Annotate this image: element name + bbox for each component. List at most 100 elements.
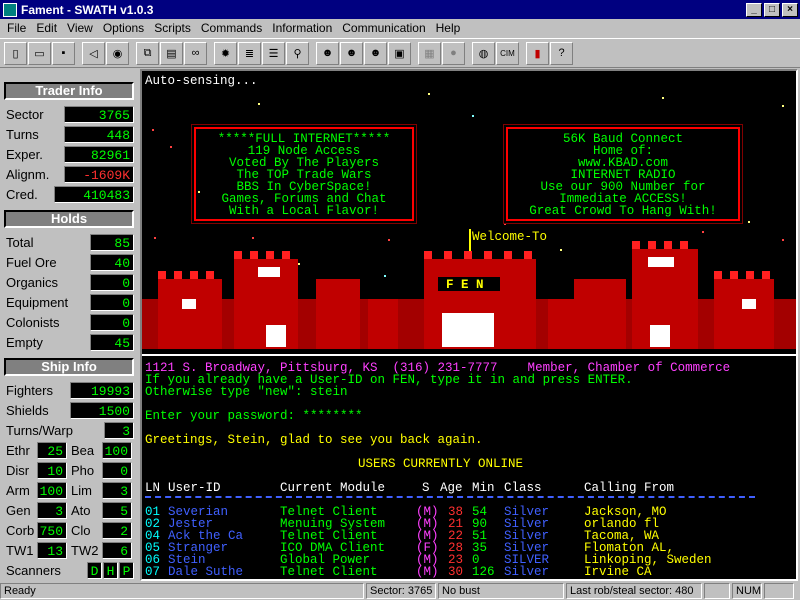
turns-value: 448 [64,125,134,143]
holds-row: Total 85 [4,233,134,251]
people3-icon[interactable]: ☻ [364,41,387,65]
search-icon[interactable]: ⚲ [286,41,309,65]
turns-label: Turns [6,126,39,142]
book-icon[interactable]: ▮ [526,41,549,65]
col-age: Age [440,481,463,495]
status-bust: No bust [438,583,564,599]
lim-value: 3 [102,481,132,499]
list-icon[interactable]: ☰ [262,41,285,65]
header-underline [145,496,755,498]
globe-icon[interactable]: ◍ [472,41,495,65]
menu-options[interactable]: Options [98,21,149,35]
menu-scripts[interactable]: Scripts [149,21,196,35]
trader-row: Exper. 82961 [4,145,134,163]
menu-commands[interactable]: Commands [196,21,267,35]
col-from: Calling From [584,481,675,495]
user-age: 30 [448,565,464,579]
ship-pair-row: Gen 3 Ato 5 [4,501,134,519]
copy-icon[interactable]: ⧉ [136,41,159,65]
minimize-button[interactable]: _ [746,2,762,17]
ship-pair-row: Disr 10 Pho 0 [4,461,134,479]
tw2-value: 6 [102,541,132,559]
disconnect-icon[interactable]: ◁ [82,41,105,65]
ship-pair-row: Arm 100 Lim 3 [4,481,134,499]
save-icon[interactable]: ▪ [52,41,75,65]
menu-help[interactable]: Help [431,21,466,35]
maximize-button[interactable]: □ [764,2,780,17]
paste-icon[interactable]: ▤ [160,41,183,65]
col-s: S [422,481,430,495]
tw1-value: 13 [37,541,67,559]
user-min: 126 [472,565,495,579]
trader-row: Alignm. -1609K [4,165,134,183]
turns-per-warp-label: Turns/Warp [6,422,73,438]
connect-icon[interactable]: ◉ [106,41,129,65]
notes-icon[interactable]: ≣ [238,41,261,65]
new-icon[interactable]: ▯ [4,41,27,65]
menu-file[interactable]: File [2,21,31,35]
welcome-text: Welcome-To [472,230,548,244]
window-title: Fament - SWATH v1.0.3 [21,2,154,17]
experience-value: 82961 [64,145,134,163]
menu-view[interactable]: View [62,21,98,35]
ship-row: Shields 1500 [4,401,134,419]
user-id: Dale Suthe [168,565,244,579]
menu-edit[interactable]: Edit [31,21,62,35]
people2-icon[interactable]: ☻ [340,41,363,65]
trader-info-header: Trader Info [4,82,134,100]
open-icon[interactable]: ▭ [28,41,51,65]
fuel-ore-value: 40 [90,253,134,271]
menu-information[interactable]: Information [267,21,337,35]
equipment-label: Equipment [6,294,69,310]
bea-label: Bea [71,442,95,458]
tw2-label: TW2 [71,542,99,558]
ato-label: Ato [71,502,91,518]
user-from: Irvine CA [584,565,652,579]
holds-row: Fuel Ore 40 [4,253,134,271]
auto-sensing-text: Auto-sensing... [145,74,258,88]
menu-communication[interactable]: Communication [337,21,430,35]
cim-icon[interactable]: CIM [496,41,519,65]
gray1-icon[interactable]: ▦ [418,41,441,65]
star [782,105,784,107]
ship-info-header: Ship Info [4,358,134,376]
scanners-row: Scanners D H P [4,561,134,579]
ethr-label: Ethr [6,442,30,458]
password-prompt: Enter your password: ******** [145,409,363,423]
divider [142,354,796,356]
status-empty [764,583,794,599]
terminal-window[interactable]: Auto-sensing... *****FULL INTERNET***** … [140,69,798,581]
total-label: Total [6,234,34,250]
fighters-label: Fighters [6,382,53,398]
people-icon[interactable]: ☻ [316,41,339,65]
userid-prompt-2: Otherwise type "new": stein [145,385,348,399]
idea-icon[interactable]: ✹ [214,41,237,65]
ship-pair-row: Corb 750 Clo 2 [4,521,134,539]
ship-pair-row: TW1 13 TW2 6 [4,541,134,559]
fighters-value: 19993 [70,381,134,399]
shields-value: 1500 [70,401,134,419]
ethr-value: 25 [37,441,67,459]
tw1-label: TW1 [6,542,34,558]
clo-label: Clo [71,522,91,538]
lock-icon[interactable]: ▣ [388,41,411,65]
app-icon[interactable] [3,2,17,17]
user-class: Silver [504,565,550,579]
col-user: User-ID [168,481,221,495]
alignment-label: Alignm. [6,166,50,182]
col-module: Current Module [280,481,386,495]
scanners-label: Scanners [6,562,61,578]
gray2-icon[interactable]: ● [442,41,465,65]
status-last-rob: Last rob/steal sector: 480 [566,583,702,599]
empty-label: Empty [6,334,43,350]
find-icon[interactable]: ∞ [184,41,207,65]
sector-label: Sector [6,106,44,122]
close-button[interactable]: × [782,2,798,17]
star [504,223,506,225]
ship-row: Turns/Warp 3 [4,421,134,439]
help-icon[interactable]: ? [550,41,573,65]
scanner-d: D [87,561,102,579]
scanner-h: H [103,561,118,579]
star [662,97,664,99]
toolbar: ▯ ▭ ▪ ◁ ◉ ⧉ ▤ ∞ ✹ ≣ ☰ ⚲ ☻ ☻ ☻ ▣ ▦ ● ◍ CI… [0,38,800,68]
